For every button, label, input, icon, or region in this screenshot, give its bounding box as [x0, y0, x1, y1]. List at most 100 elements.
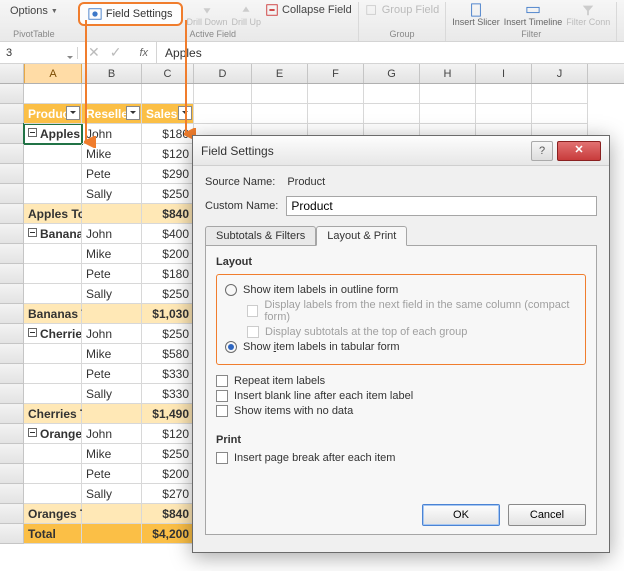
col-header-j[interactable]: J — [532, 64, 588, 83]
cell[interactable]: $1,490 — [142, 404, 194, 424]
cell[interactable]: Product — [24, 104, 82, 124]
cell[interactable] — [82, 524, 142, 544]
cell[interactable]: $290 — [142, 164, 194, 184]
cell[interactable] — [476, 104, 532, 124]
cell[interactable]: $250 — [142, 444, 194, 464]
field-settings-button[interactable]: Field Settings — [78, 2, 183, 26]
cell[interactable]: $330 — [142, 384, 194, 404]
cell[interactable]: Sally — [82, 384, 142, 404]
insert-slicer-button[interactable]: Insert Slicer — [452, 2, 500, 27]
tab-layout-print[interactable]: Layout & Print — [316, 226, 407, 246]
cell[interactable]: Total — [24, 524, 82, 544]
col-header-g[interactable]: G — [364, 64, 420, 83]
cell[interactable] — [24, 484, 82, 504]
fx-label[interactable]: fx — [131, 42, 157, 63]
cell[interactable] — [194, 84, 252, 104]
cell[interactable] — [24, 464, 82, 484]
cell[interactable]: $840 — [142, 204, 194, 224]
cell[interactable] — [24, 364, 82, 384]
cell[interactable]: $580 — [142, 344, 194, 364]
cell[interactable]: $180 — [142, 264, 194, 284]
cell[interactable]: Mike — [82, 144, 142, 164]
filter-dropdown-icon[interactable] — [126, 106, 140, 120]
cell[interactable]: $250 — [142, 324, 194, 344]
cell[interactable]: Mike — [82, 444, 142, 464]
cell[interactable]: Reseller — [82, 104, 142, 124]
cell[interactable] — [532, 84, 588, 104]
cell[interactable] — [24, 444, 82, 464]
cancel-icon[interactable]: ✕ — [88, 44, 100, 61]
cell[interactable]: $1,030 — [142, 304, 194, 324]
cell[interactable] — [24, 284, 82, 304]
cell[interactable]: Bananas — [24, 224, 82, 244]
cell[interactable]: Cherries — [24, 324, 82, 344]
col-header-f[interactable]: F — [308, 64, 364, 83]
col-header-h[interactable]: H — [420, 64, 476, 83]
collapse-icon[interactable] — [28, 328, 37, 337]
dialog-help-button[interactable]: ? — [531, 141, 553, 161]
cell[interactable] — [24, 164, 82, 184]
cell[interactable]: John — [82, 324, 142, 344]
checkbox-page-break[interactable]: Insert page break after each item — [216, 452, 586, 464]
cell[interactable]: $120 — [142, 144, 194, 164]
cell[interactable]: Cherries Total — [24, 404, 82, 424]
cell[interactable]: Apples — [24, 124, 82, 144]
dialog-titlebar[interactable]: Field Settings ? ✕ — [193, 136, 609, 166]
ok-button[interactable]: OK — [422, 504, 500, 526]
cell[interactable]: Sally — [82, 484, 142, 504]
cell[interactable] — [82, 84, 142, 104]
option-outline-form[interactable]: Show item labels in outline form — [225, 284, 577, 296]
col-header-b[interactable]: B — [82, 64, 142, 83]
cell[interactable] — [24, 184, 82, 204]
filter-dropdown-icon[interactable] — [66, 106, 80, 120]
name-box[interactable]: 3 — [0, 47, 78, 59]
cell[interactable] — [532, 104, 588, 124]
filter-dropdown-icon[interactable] — [178, 106, 192, 120]
col-header-i[interactable]: I — [476, 64, 532, 83]
cell[interactable]: $400 — [142, 224, 194, 244]
cell[interactable]: Oranges Total — [24, 504, 82, 524]
col-header-e[interactable]: E — [252, 64, 308, 83]
cell[interactable]: $200 — [142, 464, 194, 484]
col-header-d[interactable]: D — [194, 64, 252, 83]
cell[interactable] — [364, 104, 420, 124]
cell[interactable] — [194, 104, 252, 124]
cell[interactable] — [476, 84, 532, 104]
cell[interactable] — [252, 104, 308, 124]
cell[interactable]: Sales — [142, 104, 194, 124]
cell[interactable]: John — [82, 124, 142, 144]
cell[interactable] — [82, 204, 142, 224]
cell[interactable] — [24, 344, 82, 364]
collapse-icon[interactable] — [28, 128, 37, 137]
cell[interactable] — [252, 84, 308, 104]
cell[interactable]: $330 — [142, 364, 194, 384]
cell[interactable]: Pete — [82, 364, 142, 384]
cell[interactable]: Pete — [82, 164, 142, 184]
checkbox-repeat-labels[interactable]: Repeat item labels — [216, 375, 586, 387]
cell[interactable] — [24, 144, 82, 164]
cell[interactable]: Mike — [82, 244, 142, 264]
collapse-field-button[interactable]: Collapse Field — [265, 2, 352, 18]
formula-value[interactable]: Apples — [157, 46, 210, 60]
cell[interactable]: Sally — [82, 284, 142, 304]
options-button[interactable]: Options▼ — [4, 2, 64, 20]
cell[interactable]: Mike — [82, 344, 142, 364]
tab-subtotals-filters[interactable]: Subtotals & Filters — [205, 226, 316, 246]
cell[interactable]: $120 — [142, 424, 194, 444]
cell[interactable]: Sally — [82, 184, 142, 204]
cell[interactable] — [364, 84, 420, 104]
col-header-a[interactable]: A — [24, 64, 82, 83]
cell[interactable] — [24, 384, 82, 404]
cell[interactable]: $200 — [142, 244, 194, 264]
cell[interactable]: $270 — [142, 484, 194, 504]
cell[interactable]: John — [82, 424, 142, 444]
checkbox-blank-line[interactable]: Insert blank line after each item label — [216, 390, 586, 402]
cell[interactable] — [24, 264, 82, 284]
cell[interactable] — [82, 404, 142, 424]
cell[interactable]: John — [82, 224, 142, 244]
cell[interactable]: $250 — [142, 284, 194, 304]
cell[interactable] — [308, 104, 364, 124]
cell[interactable] — [308, 84, 364, 104]
cell[interactable]: $250 — [142, 184, 194, 204]
cell[interactable] — [82, 304, 142, 324]
